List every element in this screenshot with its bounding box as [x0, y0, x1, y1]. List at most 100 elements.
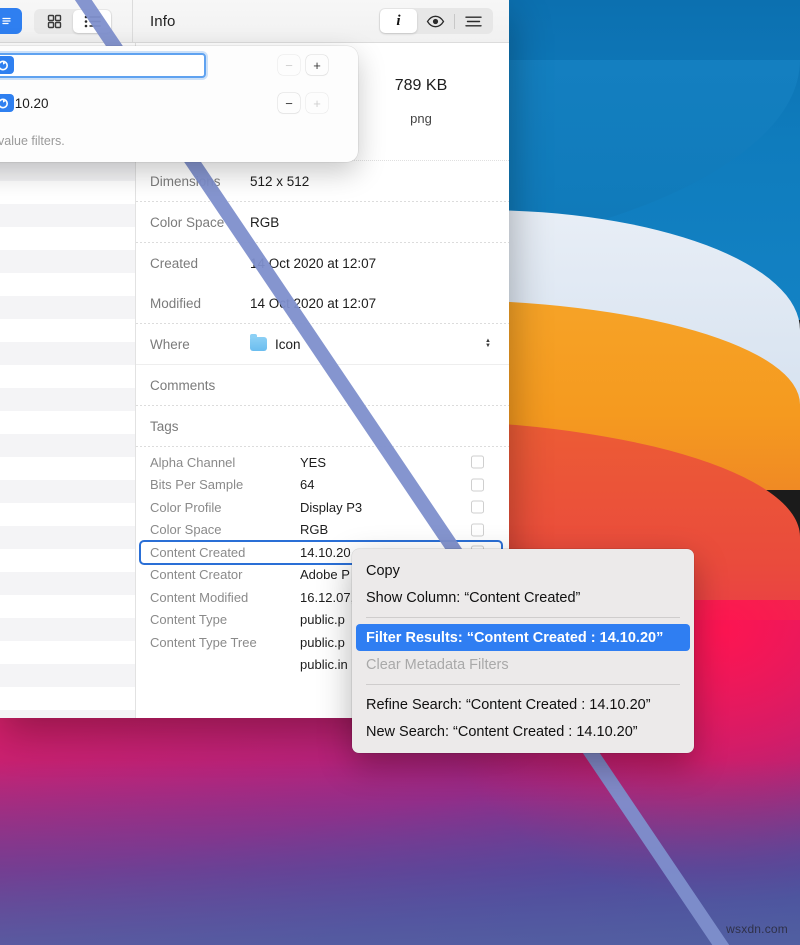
metadata-row-value: Display P3 [300, 500, 362, 515]
filter-token-icon[interactable] [0, 56, 14, 74]
list-item[interactable] [0, 687, 136, 710]
metadata-row-value: YES [300, 455, 326, 470]
grid-view-icon[interactable] [35, 10, 73, 33]
metadata-row-checkbox[interactable] [471, 501, 484, 514]
filter-remove-button[interactable]: − [278, 93, 300, 113]
toolbar-left-group [0, 8, 132, 34]
info-row-label: Dimensions [150, 174, 250, 189]
info-row-value: 512 x 512 [250, 174, 309, 189]
watermark: wsxdn.com [726, 922, 788, 936]
metadata-row-color-profile[interactable]: Color ProfileDisplay P3 [136, 496, 509, 519]
metadata-row-checkbox[interactable] [471, 478, 484, 491]
metadata-row-alpha-channel[interactable]: Alpha ChannelYES [136, 451, 509, 474]
list-item[interactable] [0, 664, 136, 687]
list-item[interactable] [0, 204, 136, 227]
filter-value-text[interactable]: 14.10.20 [0, 96, 206, 111]
list-item[interactable] [0, 595, 136, 618]
info-row-created[interactable]: Created14 Oct 2020 at 12:07 [136, 243, 509, 283]
hamburger-list-icon[interactable] [455, 9, 492, 33]
list-item[interactable] [0, 319, 136, 342]
context-menu-separator [366, 684, 680, 685]
list-item[interactable] [0, 296, 136, 319]
filter-rows: −+14.10.20−+ [0, 46, 358, 122]
filter-hint-label: d metadata value filters. [0, 134, 65, 148]
metadata-row-label: Content Created [150, 545, 300, 560]
info-i-icon[interactable]: i [380, 9, 417, 33]
metadata-row-color-space[interactable]: Color SpaceRGB [136, 519, 509, 542]
list-item[interactable] [0, 641, 136, 664]
filter-add-button[interactable]: + [306, 55, 328, 75]
metadata-row-value: public.p [300, 612, 345, 627]
info-row-modified[interactable]: Modified14 Oct 2020 at 12:07 [136, 283, 509, 323]
context-menu-item-show-column-content-created[interactable]: Show Column: “Content Created” [352, 584, 694, 611]
chevron-updown-icon[interactable]: ▲▼ [485, 339, 491, 349]
list-item[interactable] [0, 342, 136, 365]
metadata-filter-popover[interactable]: −+14.10.20−+ d metadata value filters. [0, 46, 358, 162]
list-item[interactable] [0, 388, 136, 411]
list-item[interactable] [0, 250, 136, 273]
info-row-value: 14 Oct 2020 at 12:07 [250, 256, 376, 271]
info-row-value: RGB [250, 215, 279, 230]
metadata-row-value: 16.12.07, [300, 590, 354, 605]
filter-add-button[interactable]: + [306, 93, 328, 113]
metadata-context-menu[interactable]: CopyShow Column: “Content Created” Filter… [352, 549, 694, 753]
info-row-label: Color Space [150, 215, 250, 230]
list-item[interactable] [0, 273, 136, 296]
context-menu-item-refine-search-content-created-14-10-20[interactable]: Refine Search: “Content Created : 14.10.… [352, 691, 694, 718]
info-rows-section: Dimensions512 x 512Color SpaceRGBCreated… [136, 161, 509, 447]
filter-row-2[interactable]: 14.10.20 −+ [0, 84, 358, 122]
metadata-row-checkbox[interactable] [471, 456, 484, 469]
list-item[interactable] [0, 227, 136, 250]
list-item[interactable] [0, 480, 136, 503]
list-item[interactable] [0, 411, 136, 434]
file-size-value: 789 KB [395, 77, 447, 95]
window-toolbar: Info i [0, 0, 509, 43]
info-row-label: Tags [150, 419, 250, 434]
filter-hint-text: d metadata value filters. [0, 134, 358, 148]
inspector-segmented-control[interactable]: i [379, 8, 493, 34]
list-item[interactable] [0, 618, 136, 641]
list-view-icon[interactable] [73, 10, 111, 33]
view-mode-segmented-control[interactable] [34, 9, 112, 34]
filter-stepper-group: −+ [278, 55, 328, 75]
list-item[interactable] [0, 181, 136, 204]
info-row-dimensions[interactable]: Dimensions512 x 512 [136, 161, 509, 201]
info-row-comments[interactable]: Comments [136, 365, 509, 405]
list-item[interactable] [0, 526, 136, 549]
info-row-where[interactable]: WhereIcon▲▼ [136, 324, 509, 364]
context-menu-item-new-search-content-created-14-10-20[interactable]: New Search: “Content Created : 14.10.20” [352, 718, 694, 745]
metadata-row-checkbox[interactable] [471, 523, 484, 536]
filter-token-icon[interactable] [0, 94, 14, 112]
metadata-row-bits-per-sample[interactable]: Bits Per Sample64 [136, 474, 509, 497]
list-item[interactable] [0, 572, 136, 595]
list-item[interactable] [0, 365, 136, 388]
filter-remove-button[interactable]: − [278, 55, 300, 75]
info-row-color-space[interactable]: Color SpaceRGB [136, 202, 509, 242]
filter-row-1[interactable]: −+ [0, 46, 358, 84]
document-blue-icon[interactable] [0, 8, 22, 34]
list-item[interactable] [0, 434, 136, 457]
filter-value-input[interactable] [0, 53, 206, 78]
metadata-row-label: Alpha Channel [150, 455, 300, 470]
metadata-row-value: Adobe P [300, 567, 350, 582]
metadata-row-label: Content Modified [150, 590, 300, 605]
context-menu-item-copy[interactable]: Copy [352, 557, 694, 584]
metadata-row-label: Content Type [150, 612, 300, 627]
info-row-tags[interactable]: Tags [136, 406, 509, 446]
folder-icon [250, 337, 267, 351]
list-item[interactable] [0, 503, 136, 526]
wallpaper-bottom-fade [0, 760, 800, 945]
context-menu-item-filter-results-content-created-14-10-20[interactable]: Filter Results: “Content Created : 14.10… [356, 624, 690, 651]
filter-stepper-group: −+ [278, 93, 328, 113]
context-menu-item-clear-metadata-filters: Clear Metadata Filters [352, 651, 694, 678]
file-extension-value: png [410, 111, 432, 126]
metadata-row-value: public.p [300, 635, 345, 650]
context-menu-separator [366, 617, 680, 618]
metadata-row-label: Bits Per Sample [150, 477, 300, 492]
list-item[interactable] [0, 457, 136, 480]
eye-icon[interactable] [417, 9, 454, 33]
list-item[interactable] [0, 710, 136, 718]
info-row-label: Created [150, 256, 250, 271]
list-item[interactable] [0, 549, 136, 572]
info-row-label: Comments [150, 378, 250, 393]
